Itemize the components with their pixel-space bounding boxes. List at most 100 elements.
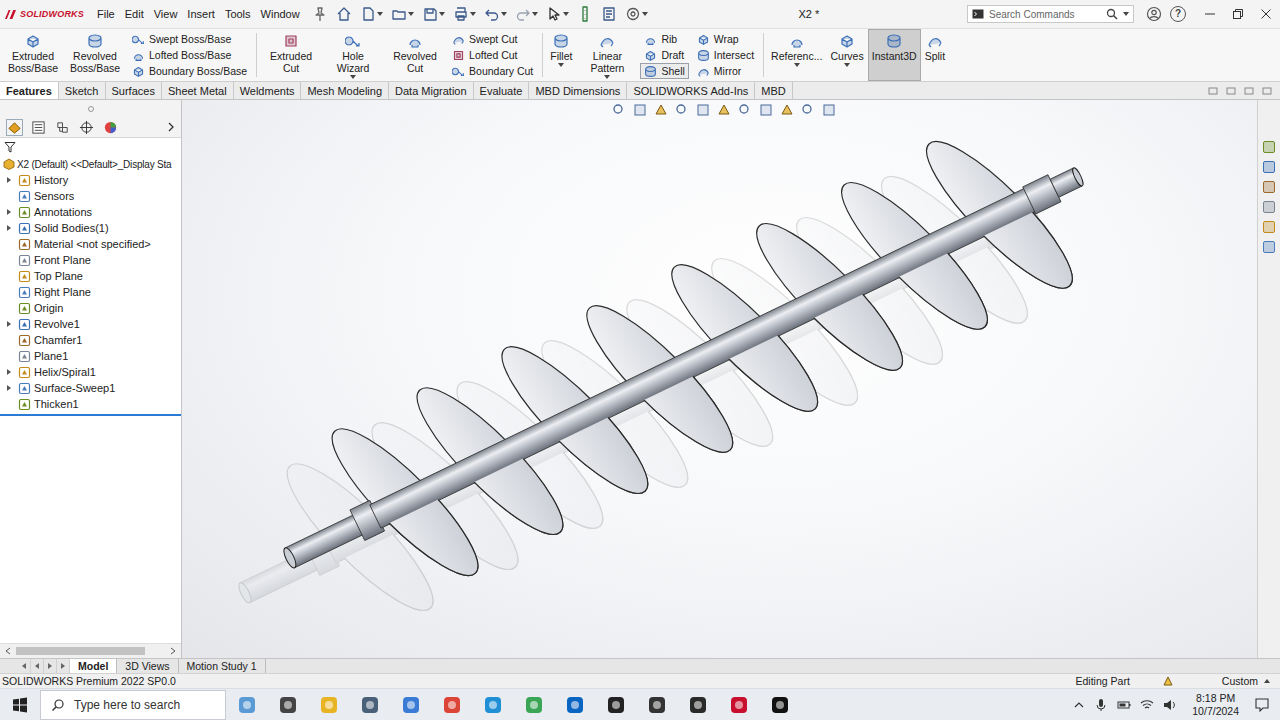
tab-nav-button[interactable]: [31, 659, 44, 673]
collapsed-arrow-icon[interactable]: [5, 320, 13, 328]
tab[interactable]: Data Migration: [389, 82, 474, 99]
taskbar-app[interactable]: [554, 689, 595, 720]
graphics-area[interactable]: [182, 100, 1257, 658]
dimxpert-manager-icon[interactable]: [79, 120, 94, 135]
tab[interactable]: MBD: [755, 82, 792, 99]
tab[interactable]: MBD Dimensions: [529, 82, 627, 99]
tab[interactable]: Sheet Metal: [162, 82, 234, 99]
taskbar-app[interactable]: [226, 689, 267, 720]
model-tab[interactable]: Model: [70, 659, 117, 673]
tree-item[interactable]: Solid Bodies(1): [0, 220, 181, 236]
tree-item[interactable]: Thicken1: [0, 396, 181, 412]
tree-item[interactable]: Revolve1: [0, 316, 181, 332]
toolbar-button[interactable]: [309, 4, 331, 24]
scroll-thumb[interactable]: [16, 647, 145, 655]
feature-manager-icon[interactable]: [7, 120, 22, 135]
collapsed-arrow-icon[interactable]: [5, 224, 13, 232]
tree-item[interactable]: Top Plane: [0, 268, 181, 284]
ribbon-small-button[interactable]: Intersect: [693, 47, 758, 63]
ribbon-small-button[interactable]: Swept Cut: [448, 31, 537, 47]
hud-button[interactable]: [694, 102, 712, 118]
model-tab[interactable]: 3D Views: [117, 659, 178, 673]
tree-item[interactable]: Material <not specified>: [0, 236, 181, 252]
taskbar-app[interactable]: [636, 689, 677, 720]
scroll-right-icon[interactable]: [169, 647, 177, 655]
collapsed-arrow-icon[interactable]: [5, 176, 13, 184]
collapsed-arrow-icon[interactable]: [5, 208, 13, 216]
configuration-manager-icon[interactable]: [55, 120, 70, 135]
tree-item[interactable]: Right Plane: [0, 284, 181, 300]
toolbar-button[interactable]: [481, 4, 510, 24]
tree-root[interactable]: X2 (Default) <<Default>_Display Sta: [0, 156, 181, 172]
minimize-button[interactable]: [1196, 0, 1224, 28]
ribbon-small-button[interactable]: Shell: [640, 63, 688, 79]
toolbar-button[interactable]: [419, 4, 448, 24]
microphone-icon[interactable]: [1094, 698, 1108, 712]
ribbon-small-button[interactable]: Boundary Cut: [448, 63, 537, 79]
viewport-window-icon[interactable]: [1208, 86, 1218, 96]
scroll-left-icon[interactable]: [4, 647, 12, 655]
menu-item[interactable]: Insert: [182, 6, 220, 22]
hud-button[interactable]: [715, 102, 733, 118]
taskbar-app[interactable]: [677, 689, 718, 720]
ribbon-button[interactable]: Revolved Cut: [384, 29, 446, 81]
design-library-icon[interactable]: [1262, 160, 1276, 174]
ribbon-small-button[interactable]: Draft: [640, 47, 688, 63]
menu-item[interactable]: Window: [256, 6, 305, 22]
close-button[interactable]: [1252, 0, 1280, 28]
tree-item[interactable]: Chamfer1: [0, 332, 181, 348]
tree-item[interactable]: Front Plane: [0, 252, 181, 268]
toolbar-button[interactable]: [598, 4, 620, 24]
tab[interactable]: Mesh Modeling: [301, 82, 389, 99]
taskbar-search[interactable]: Type here to search: [40, 690, 226, 720]
tab[interactable]: SOLIDWORKS Add-Ins: [627, 82, 755, 99]
appearances-icon[interactable]: [1262, 220, 1276, 234]
model-tab[interactable]: Motion Study 1: [179, 659, 266, 673]
collapsed-arrow-icon[interactable]: [5, 368, 13, 376]
tab[interactable]: Evaluate: [474, 82, 530, 99]
taskbar-app[interactable]: [390, 689, 431, 720]
hud-button[interactable]: [799, 102, 817, 118]
menu-item[interactable]: Edit: [120, 6, 149, 22]
ribbon-small-button[interactable]: Swept Boss/Base: [128, 31, 251, 47]
taskbar-app[interactable]: [595, 689, 636, 720]
rollback-bar[interactable]: [0, 414, 181, 416]
toolbar-button[interactable]: [543, 4, 572, 24]
toolbar-button[interactable]: [333, 4, 355, 24]
taskbar-app[interactable]: [718, 689, 759, 720]
hud-button[interactable]: [778, 102, 796, 118]
viewport-window-icon[interactable]: [1226, 86, 1236, 96]
hud-button[interactable]: [757, 102, 775, 118]
taskbar-app[interactable]: [349, 689, 390, 720]
menu-item[interactable]: File: [92, 6, 120, 22]
wifi-icon[interactable]: [1140, 698, 1154, 712]
search-commands[interactable]: Search Commands: [967, 5, 1134, 23]
filter-funnel-icon[interactable]: [4, 141, 16, 153]
hud-button[interactable]: [820, 102, 838, 118]
taskbar-app[interactable]: [472, 689, 513, 720]
menu-item[interactable]: Tools: [220, 6, 256, 22]
ribbon-small-button[interactable]: Boundary Boss/Base: [128, 63, 251, 79]
horizontal-scrollbar[interactable]: [0, 643, 181, 658]
user-button[interactable]: [1142, 6, 1166, 22]
custom-properties-icon[interactable]: [1262, 240, 1276, 254]
rebuild-status-icon[interactable]: [1162, 675, 1174, 687]
taskbar-app[interactable]: [759, 689, 800, 720]
toolbar-button[interactable]: [357, 4, 386, 24]
ribbon-button[interactable]: Referenc...: [767, 29, 826, 81]
chevron-right-icon[interactable]: [166, 122, 176, 132]
collapsed-arrow-icon[interactable]: [5, 384, 13, 392]
toolbar-button[interactable]: [450, 4, 479, 24]
taskbar-app[interactable]: [513, 689, 554, 720]
tree-item[interactable]: Plane1: [0, 348, 181, 364]
help-button[interactable]: ?: [1166, 6, 1190, 22]
ribbon-button[interactable]: Extruded Cut: [260, 29, 322, 81]
show-hidden-icons-icon[interactable]: [1073, 699, 1085, 711]
toolbar-button[interactable]: [622, 4, 651, 24]
hud-button[interactable]: [610, 102, 628, 118]
tab-nav-button[interactable]: [57, 659, 70, 673]
tab[interactable]: Features: [0, 82, 59, 99]
notifications-icon[interactable]: [1254, 697, 1270, 713]
ribbon-small-button[interactable]: Wrap: [693, 31, 758, 47]
taskbar-app[interactable]: [308, 689, 349, 720]
